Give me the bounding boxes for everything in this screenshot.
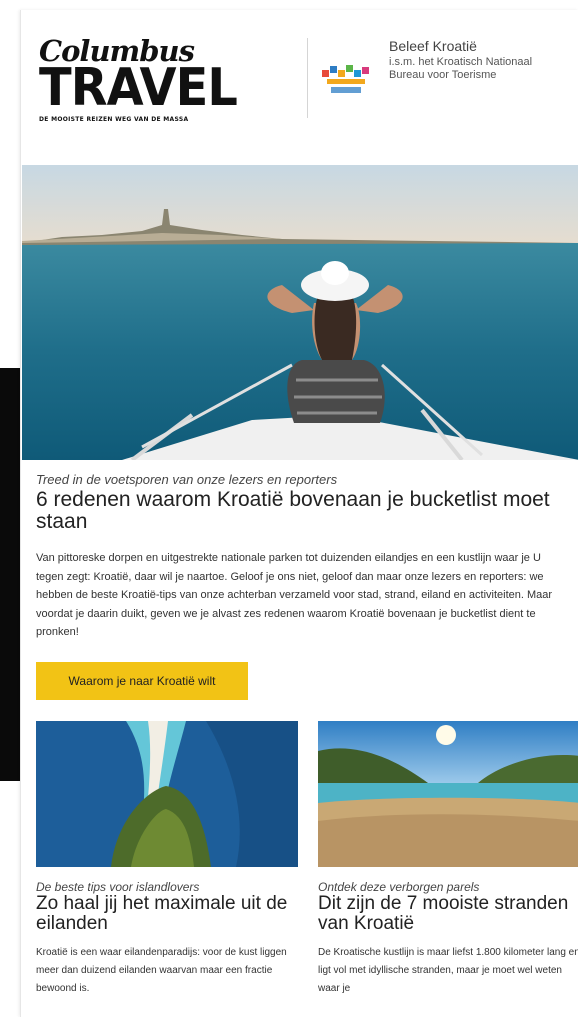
tile-islands-title[interactable]: Zo haal jij het maximale uit de eilanden [36, 894, 298, 934]
why-croatia-button[interactable]: Waarom je naar Kroatië wilt [36, 662, 248, 700]
hero-image[interactable] [22, 165, 578, 460]
header-divider [307, 38, 308, 118]
tile-beaches-title[interactable]: Dit zijn de 7 mooiste stranden van Kroat… [318, 894, 578, 934]
tile-islands-body: Kroatië is een waar eilandenparadijs: vo… [36, 947, 287, 994]
aerial-beach-image [36, 721, 298, 867]
tile-beaches[interactable]: Ontdek deze verborgen parels Dit zijn de… [318, 721, 578, 998]
tile-islands-image[interactable] [36, 721, 298, 867]
tile-beaches-image[interactable] [318, 721, 578, 867]
main-article: Treed in de voetsporen van onze lezers e… [36, 472, 571, 642]
beach-bay-image [318, 721, 578, 867]
article-body: Van pittoreske dorpen en uitgestrekte na… [36, 552, 553, 638]
partner-title: Beleef Kroatië [389, 38, 477, 54]
partner-subtitle-2: Bureau voor Toerisme [389, 69, 497, 81]
croatia-tourism-logo-icon[interactable] [319, 60, 374, 105]
newsletter-card: Columbus TRAVEL DE MOOISTE REIZEN WEG VA… [20, 10, 578, 1017]
tile-beaches-body: De Kroatische kustlijn is maar liefst 1.… [318, 947, 578, 994]
tile-beaches-kicker: Ontdek deze verborgen parels [318, 880, 480, 894]
columbus-travel-logo[interactable]: Columbus TRAVEL DE MOOISTE REIZEN WEG VA… [39, 36, 238, 123]
tile-islands[interactable]: De beste tips voor islandlovers Zo haal … [36, 721, 298, 998]
partner-subtitle-1: i.s.m. het Kroatisch Nationaal [389, 56, 533, 68]
newsletter-header: Columbus TRAVEL DE MOOISTE REIZEN WEG VA… [21, 10, 578, 160]
article-headline[interactable]: 6 redenen waarom Kroatië bovenaan je buc… [36, 489, 571, 533]
partner-info: Beleef Kroatië i.s.m. het Kroatisch Nati… [389, 38, 569, 82]
boat-woman-sea-image [22, 165, 578, 460]
left-dark-strip [0, 368, 20, 781]
logo-main-text: TRAVEL [39, 58, 238, 118]
article-kicker: Treed in de voetsporen van onze lezers e… [36, 472, 338, 487]
tile-islands-kicker: De beste tips voor islandlovers [36, 880, 200, 894]
